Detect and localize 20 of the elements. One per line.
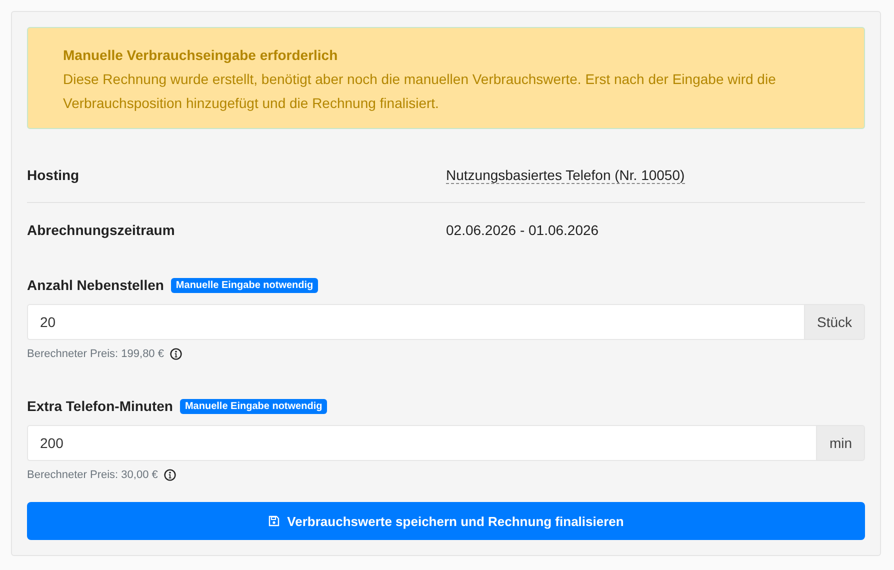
hosting-link[interactable]: Nutzungsbasiertes Telefon (Nr. 10050)	[446, 166, 685, 184]
info-icon[interactable]	[164, 469, 176, 481]
number-input[interactable]: 20	[27, 304, 804, 340]
required-badge: Manuelle Eingabe notwendig	[180, 398, 328, 414]
info-icon[interactable]	[170, 348, 182, 360]
finalize-button[interactable]: Verbrauchswerte speichern und Rechnung finalisieren	[27, 502, 865, 540]
save-icon	[268, 515, 280, 527]
unit-addon: Stück	[804, 304, 865, 340]
alert-title: Manuelle Verbrauchseingabe erforderlich	[63, 46, 339, 65]
detail-label: Abrechnungszeitraum	[27, 222, 175, 238]
field-label: Extra Telefon-Minuten	[27, 398, 173, 414]
required-badge: Manuelle Eingabe notwendig	[170, 278, 318, 292]
price-hint: Berechneter Preis: 30,00 €	[27, 469, 158, 481]
alert-message: Diese Rechnung wurde erstellt, benötigt aber noch die manuellen Verbrauchswerte. Erst nach der Eingabe wird die Verbrauchsposition hinzugefügt und die Rechnung finalisiert.	[63, 70, 777, 113]
detail-label: Hosting	[27, 167, 80, 183]
price-hint: Berechneter Preis: 199,80 €	[27, 348, 164, 360]
field-label: Anzahl Nebenstellen	[27, 277, 164, 293]
number-input[interactable]: 200	[27, 425, 816, 461]
detail-value: 02.06.2026 - 01.06.2026	[446, 222, 599, 238]
unit-addon: min	[816, 425, 865, 461]
